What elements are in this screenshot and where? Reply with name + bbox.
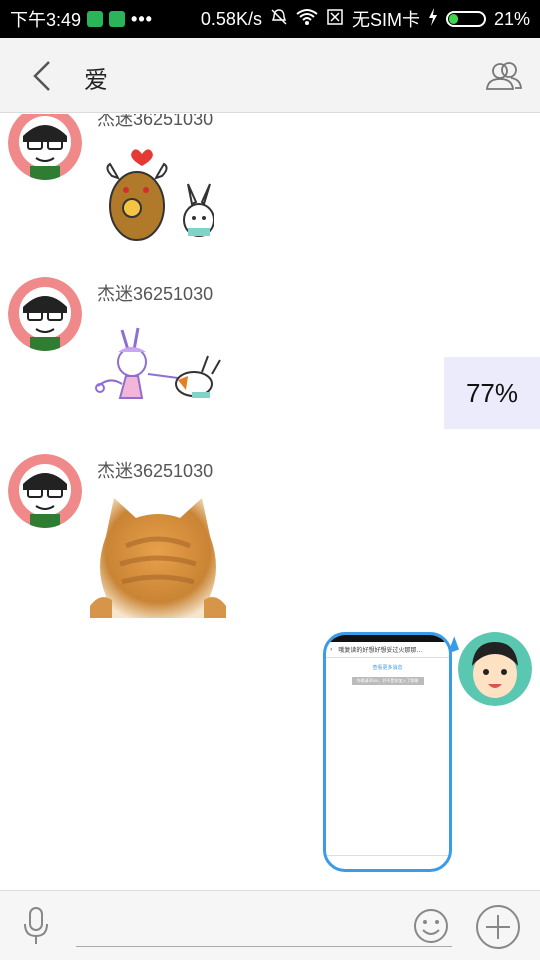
wifi-icon [296,8,318,31]
message-list[interactable]: 杰迷36251030 杰迷36251030 77% 杰迷36251030 ‹ 哦… [0,114,540,890]
input-bar [0,890,540,960]
status-bar: 下午3:49 ••• 0.58K/s 无SIM卡 21% [0,0,540,38]
group-members-icon [486,62,523,90]
more-actions-button[interactable] [474,903,522,951]
more-notifications-icon: ••• [131,8,153,29]
smiley-icon [414,909,448,943]
plus-icon [476,905,520,949]
charging-icon [428,7,438,31]
battery-level: 21% [493,8,530,29]
mute-icon [270,8,288,31]
sender-avatar[interactable] [8,277,82,351]
voice-button[interactable] [16,903,56,949]
microphone-icon [24,907,48,944]
battery-icon [445,11,486,27]
sender-name: 杰迷36251030 [97,284,214,304]
chat-header: 爱 [0,38,540,113]
sender-avatar[interactable] [8,454,82,528]
sent-screenshot-image[interactable]: ‹ 哦复读的好想好想妥过火那那... 查看更多消息 你邀请36xx，并不是你加入… [323,632,452,872]
emoji-button[interactable] [410,905,452,947]
mini-chat-title: 哦复读的好想好想妥过火那那... [338,647,423,654]
no-sim-icon [326,8,344,31]
sim-notification-icon [109,11,126,27]
cat-sticker[interactable] [90,496,226,622]
sim-status: 无SIM卡 [351,10,420,30]
app-notification-icon [87,11,104,27]
my-avatar[interactable] [458,632,532,706]
message-input[interactable] [76,905,452,947]
page-title: 爱 [84,66,108,94]
sender-name: 杰迷36251030 [97,461,214,481]
upload-progress: 77% [444,357,540,429]
sender-name: 杰迷36251030 [97,114,214,129]
mini-system-note: 你邀请36xx，并不是你加入了群聊 [351,677,424,685]
sender-avatar[interactable] [8,114,82,180]
mini-back-icon: ‹ [330,646,333,653]
bull-heart-sticker[interactable] [104,146,215,250]
group-info-button[interactable] [484,56,524,96]
network-speed: 0.58K/s [200,8,262,29]
status-time: 下午3:49 [10,10,82,30]
back-button[interactable] [22,56,62,96]
rabbit-fight-sticker[interactable] [92,326,227,420]
mini-more-messages-link: 查看更多消息 [372,665,403,671]
chevron-left-icon [33,61,50,91]
